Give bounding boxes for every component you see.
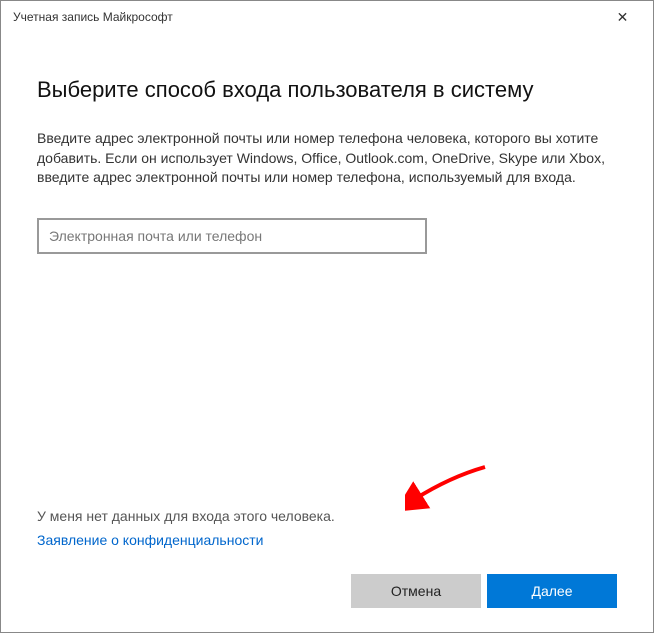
next-button[interactable]: Далее bbox=[487, 574, 617, 608]
spacer bbox=[37, 254, 617, 508]
email-phone-input[interactable] bbox=[37, 218, 427, 254]
close-icon: ✕ bbox=[617, 9, 629, 26]
close-button[interactable]: ✕ bbox=[600, 2, 645, 32]
dialog-window: Учетная запись Майкрософт ✕ Выберите спо… bbox=[0, 0, 654, 633]
page-heading: Выберите способ входа пользователя в сис… bbox=[37, 77, 617, 103]
no-signin-info-link[interactable]: У меня нет данных для входа этого челове… bbox=[37, 508, 617, 524]
window-title: Учетная запись Майкрософт bbox=[9, 10, 600, 24]
privacy-statement-link[interactable]: Заявление о конфиденциальности bbox=[37, 532, 617, 548]
cancel-button[interactable]: Отмена bbox=[351, 574, 481, 608]
titlebar: Учетная запись Майкрософт ✕ bbox=[1, 1, 653, 33]
content-area: Выберите способ входа пользователя в сис… bbox=[1, 33, 653, 632]
description-text: Введите адрес электронной почты или номе… bbox=[37, 129, 617, 188]
button-row: Отмена Далее bbox=[37, 574, 617, 612]
